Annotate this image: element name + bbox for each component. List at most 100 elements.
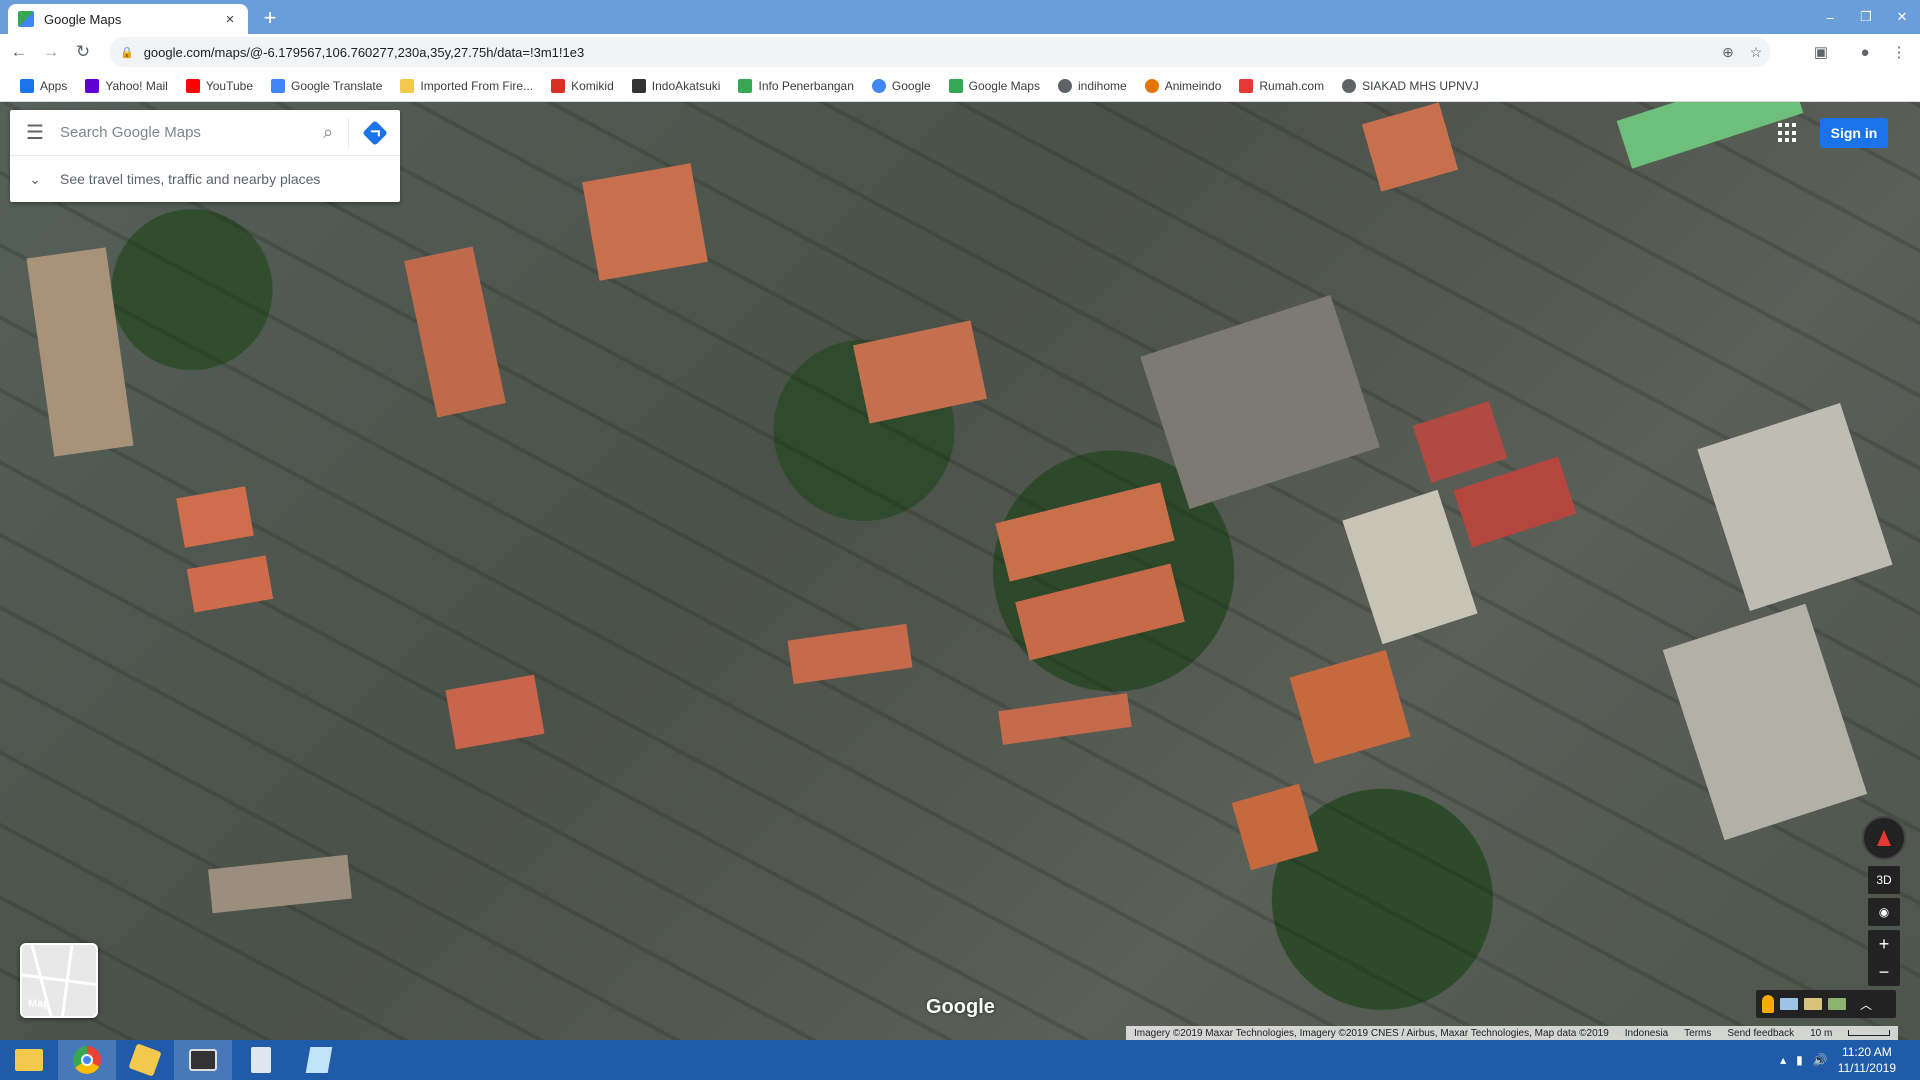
forward-arrow-icon[interactable]: →	[38, 39, 64, 65]
notepad-icon[interactable]	[290, 1040, 348, 1080]
compass-icon[interactable]	[1862, 816, 1906, 860]
extension-icon[interactable]: ▣	[1808, 40, 1834, 64]
minimize-button[interactable]: –	[1812, 0, 1848, 34]
windows-taskbar: ▴ ▮ 🔊 11:20 AM 11/11/2019	[0, 1040, 1920, 1080]
bookmark-star-icon[interactable]: ☆	[1742, 44, 1770, 61]
bookmarks-bar: Apps Yahoo! Mail YouTube Google Translat…	[0, 70, 1920, 102]
camera-app-icon[interactable]	[174, 1040, 232, 1080]
sign-in-button[interactable]: Sign in	[1820, 118, 1888, 148]
rooftop	[445, 674, 545, 750]
profile-icon[interactable]: ●	[1852, 40, 1878, 64]
send-feedback-link[interactable]: Send feedback	[1727, 1028, 1794, 1039]
zoom-in-button[interactable]: +	[1868, 930, 1900, 958]
map-layer-toggle[interactable]: Map	[20, 943, 98, 1018]
tray-chevron-icon[interactable]: ▴	[1780, 1053, 1786, 1067]
directions-icon	[361, 119, 388, 146]
indoakatsuki-icon	[631, 78, 646, 93]
animeindo-icon	[1144, 78, 1159, 93]
directions-button[interactable]	[348, 117, 400, 148]
satellite-map-canvas[interactable]	[0, 102, 1920, 1040]
rooftop	[1231, 783, 1319, 871]
tab-close-icon[interactable]: ×	[222, 11, 238, 28]
menu-kebab-icon[interactable]: ⋮	[1886, 40, 1912, 64]
bookmark-apps[interactable]: Apps	[12, 74, 75, 98]
url-text[interactable]: google.com/maps/@-6.179567,106.760277,23…	[144, 45, 1714, 60]
folder-icon	[400, 78, 415, 93]
bookmark-rumah-com[interactable]: Rumah.com	[1231, 74, 1332, 98]
bookmark-info-penerbangan[interactable]: Info Penerbangan	[730, 74, 861, 98]
clock-time: 11:20 AM	[1841, 1045, 1892, 1059]
bookmark-animeindo[interactable]: Animeindo	[1137, 74, 1230, 98]
imagery-thumbnail[interactable]	[1828, 998, 1846, 1010]
travel-times-hint[interactable]: ⌄ See travel times, traffic and nearby p…	[10, 156, 400, 202]
youtube-icon	[185, 78, 200, 93]
rooftop	[186, 555, 274, 613]
rooftop	[404, 246, 506, 418]
browser-toolbar: ← → ↻ 🔒 google.com/maps/@-6.179567,106.7…	[0, 34, 1920, 70]
rooftop	[1289, 649, 1411, 765]
rooftop	[1015, 563, 1185, 661]
bookmark-siakad[interactable]: SIAKAD MHS UPNVJ	[1334, 74, 1487, 98]
apps-grid-icon	[20, 78, 34, 93]
volume-icon[interactable]: 🔊	[1813, 1053, 1828, 1067]
taskbar-clock[interactable]: 11:20 AM 11/11/2019	[1838, 1044, 1896, 1076]
rooftop	[208, 854, 352, 914]
bookmark-google-translate[interactable]: Google Translate	[263, 74, 390, 98]
tab-title: Google Maps	[44, 11, 122, 27]
imagery-tools: ︿	[1756, 990, 1896, 1018]
hint-text: See travel times, traffic and nearby pla…	[60, 171, 321, 187]
expand-chevron-icon[interactable]: ︿	[1860, 996, 1872, 1013]
lightning-app-icon[interactable]	[116, 1040, 174, 1080]
attribution-text: Imagery ©2019 Maxar Technologies, Imager…	[1134, 1027, 1609, 1039]
yahoo-icon	[85, 78, 100, 93]
globe-icon	[1057, 78, 1072, 93]
rooftop	[1662, 603, 1868, 841]
search-icon[interactable]: ⌕	[308, 122, 348, 143]
lock-icon: 🔒	[120, 46, 134, 59]
bookmark-google[interactable]: Google	[864, 74, 939, 98]
rooftop	[1616, 102, 1804, 169]
bookmark-imported-folder[interactable]: Imported From Fire...	[392, 74, 541, 98]
location-target-icon[interactable]: ⊕	[1714, 44, 1742, 61]
google-apps-icon[interactable]	[1778, 123, 1798, 143]
search-input[interactable]	[60, 124, 308, 141]
scale-label[interactable]: 10 m	[1810, 1028, 1832, 1039]
bookmark-yahoo-mail[interactable]: Yahoo! Mail	[77, 74, 175, 98]
tab-google-maps[interactable]: Google Maps ×	[8, 4, 248, 34]
hamburger-menu-icon[interactable]: ☰	[10, 120, 60, 145]
close-window-button[interactable]: ✕	[1884, 0, 1920, 34]
map-attribution-bar: Imagery ©2019 Maxar Technologies, Imager…	[1126, 1026, 1899, 1040]
calculator-icon[interactable]	[232, 1040, 290, 1080]
system-tray: ▴ ▮ 🔊 11:20 AM 11/11/2019	[1780, 1040, 1920, 1080]
imagery-thumbnail[interactable]	[1804, 998, 1822, 1010]
bookmark-indihome[interactable]: indihome	[1050, 74, 1135, 98]
komikid-icon	[551, 78, 566, 93]
rumah-icon	[1239, 78, 1254, 93]
file-explorer-icon[interactable]	[0, 1040, 58, 1080]
search-panel: ☰ ⌕ ⌄ See travel times, traffic and near…	[10, 110, 400, 202]
bookmark-youtube[interactable]: YouTube	[178, 74, 261, 98]
globe-icon	[1342, 78, 1357, 93]
chrome-icon[interactable]	[58, 1040, 116, 1080]
my-location-icon[interactable]: ◉	[1868, 898, 1900, 926]
reload-icon[interactable]: ↻	[70, 39, 96, 65]
bookmark-indoakatsuki[interactable]: IndoAkatsuki	[624, 74, 729, 98]
imagery-thumbnail[interactable]	[1780, 998, 1798, 1010]
browser-titlebar: Google Maps × + – ❐ ✕	[0, 0, 1920, 34]
back-arrow-icon[interactable]: ←	[6, 39, 32, 65]
address-bar[interactable]: 🔒 google.com/maps/@-6.179567,106.760277,…	[110, 37, 1770, 67]
restore-button[interactable]: ❐	[1848, 0, 1884, 34]
rooftop	[1697, 402, 1893, 612]
pegman-icon[interactable]	[1762, 995, 1774, 1013]
scale-bar	[1848, 1030, 1891, 1036]
bookmark-komikid[interactable]: Komikid	[543, 74, 622, 98]
3d-toggle-button[interactable]: 3D	[1868, 866, 1900, 894]
zoom-out-button[interactable]: −	[1868, 958, 1900, 986]
bookmark-google-maps[interactable]: Google Maps	[941, 74, 1048, 98]
new-tab-button[interactable]: +	[258, 6, 282, 30]
region-link[interactable]: Indonesia	[1625, 1028, 1668, 1039]
chevron-down-icon: ⌄	[29, 170, 41, 187]
maps-icon	[948, 78, 963, 93]
terms-link[interactable]: Terms	[1684, 1028, 1711, 1039]
network-icon[interactable]: ▮	[1796, 1053, 1803, 1067]
